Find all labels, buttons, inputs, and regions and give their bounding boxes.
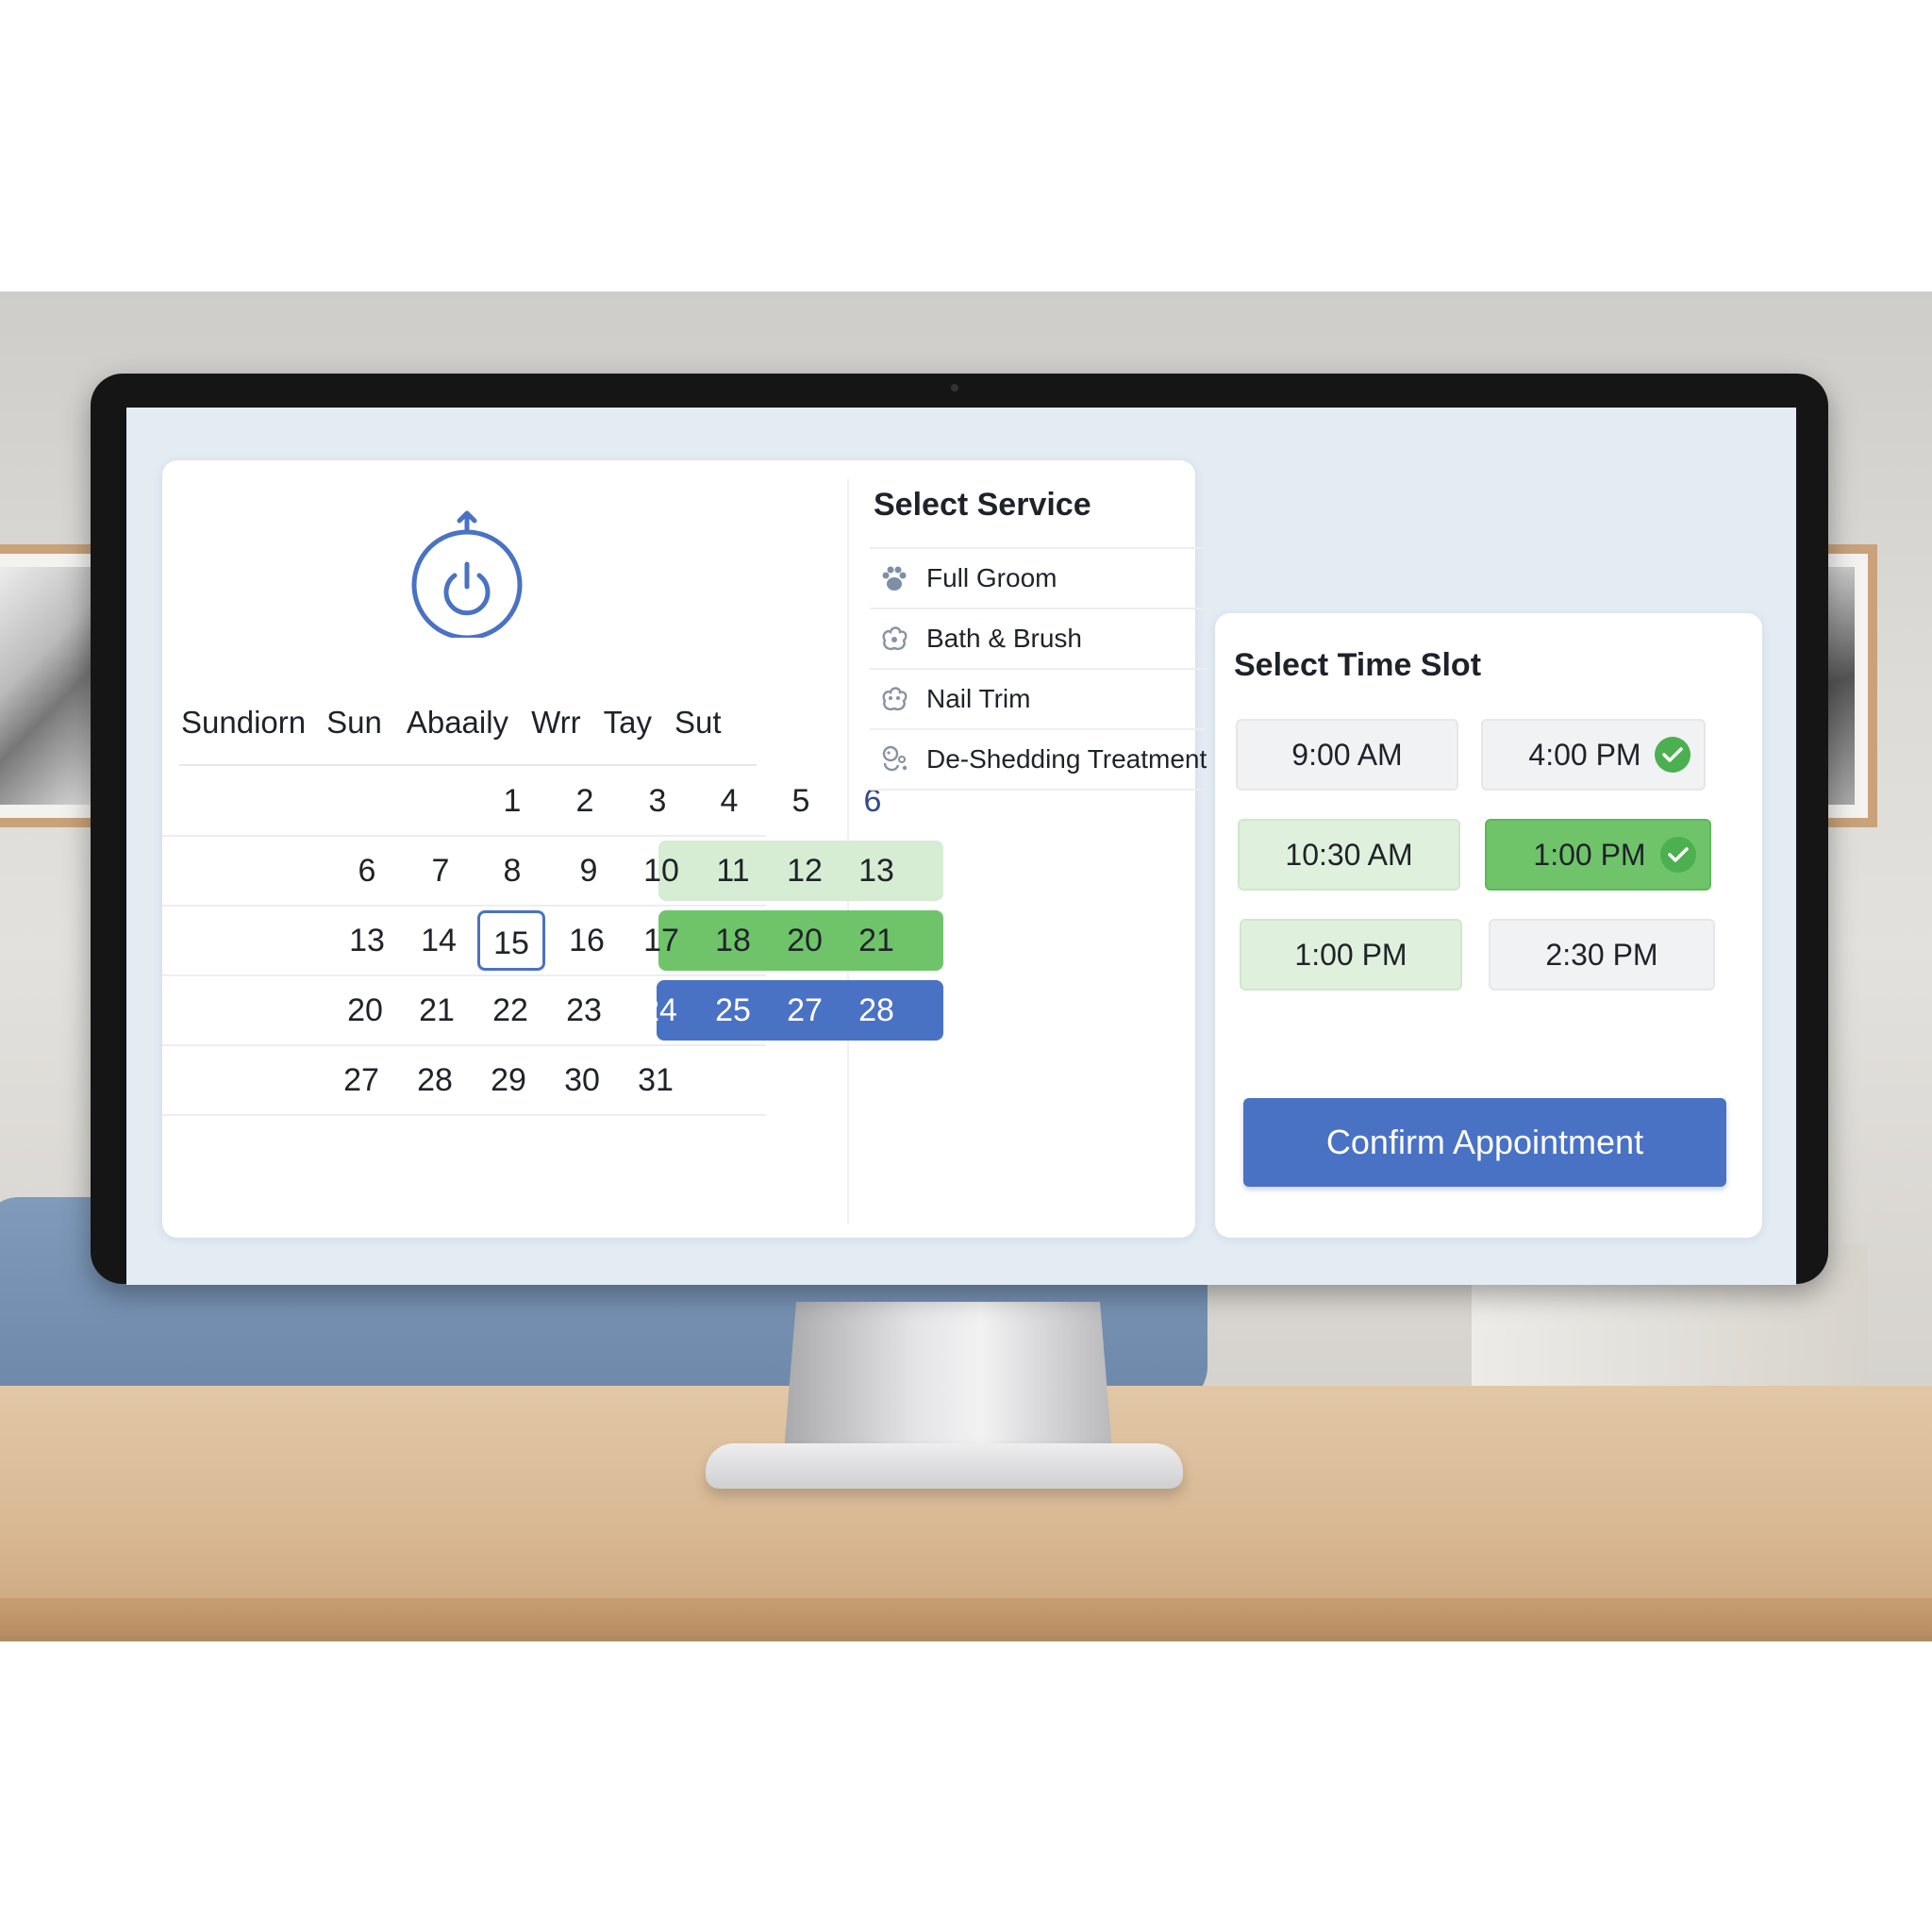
calendar-week-row: 13 14 15 16 17 18 20 21 <box>162 907 943 976</box>
time-slot-label: 4:00 PM <box>1528 737 1641 772</box>
select-service-title: Select Service <box>874 487 1091 523</box>
check-circle-icon <box>1660 837 1696 873</box>
calendar-day[interactable]: 18 <box>704 907 762 974</box>
calendar-day-today[interactable]: 15 <box>477 910 545 971</box>
calendar-day[interactable]: 27 <box>775 976 834 1044</box>
calendar-day[interactable]: 14 <box>409 907 468 974</box>
time-slot[interactable]: 10:30 AM <box>1238 819 1460 891</box>
weekday-header: Sut <box>674 705 722 740</box>
calendar-day[interactable]: 21 <box>847 907 906 974</box>
calendar-day[interactable]: 11 <box>704 837 762 905</box>
calendar-day[interactable]: 23 <box>555 976 613 1044</box>
calendar-day[interactable]: 13 <box>338 907 396 974</box>
header-divider <box>179 764 757 766</box>
calendar-day[interactable]: 16 <box>558 907 616 974</box>
calendar-day[interactable]: 31 <box>626 1046 685 1114</box>
time-slot-label: 1:00 PM <box>1294 937 1407 972</box>
calendar-day[interactable]: 27 <box>332 1046 391 1114</box>
calendar-day[interactable]: 12 <box>775 837 834 905</box>
service-label: De-Shedding Treatment <box>926 744 1208 774</box>
webcam-dot <box>951 384 958 391</box>
check-circle-icon <box>1655 737 1690 773</box>
calendar-week-row: 20 21 22 23 24 25 27 28 <box>162 976 943 1046</box>
calendar-week-row: 6 7 8 9 10 11 12 13 <box>162 837 943 907</box>
calendar-week-row: 27 28 29 30 31 <box>162 1046 766 1116</box>
time-slot[interactable]: 1:00 PM <box>1240 919 1462 991</box>
weekday-header: Sun <box>326 705 382 740</box>
service-item-nail-trim[interactable]: Nail Trim <box>870 668 1206 728</box>
confirm-appointment-button[interactable]: Confirm Appointment <box>1243 1098 1726 1187</box>
calendar-day[interactable]: 29 <box>479 1046 538 1114</box>
time-slot-label: 1:00 PM <box>1533 837 1646 872</box>
calendar-day[interactable]: 6 <box>338 837 396 905</box>
booking-card: Sundiorn Sun Abaaily Wrr Tay Sut 1 2 3 4… <box>162 460 1207 1238</box>
calendar-day[interactable]: 30 <box>553 1046 611 1114</box>
calendar-day[interactable]: 28 <box>847 976 906 1044</box>
paw-icon <box>882 566 907 591</box>
service-item-bath-brush[interactable]: Bath & Brush <box>870 608 1206 668</box>
calendar-day[interactable]: 20 <box>775 907 834 974</box>
calendar-day[interactable]: 25 <box>704 976 762 1044</box>
calendar-day[interactable]: 21 <box>408 976 466 1044</box>
service-label: Bath & Brush <box>926 624 1082 653</box>
service-list: Full Groom Bath & Brush Nail Trim De-She… <box>870 547 1208 791</box>
calendar-day[interactable]: 1 <box>483 767 541 835</box>
monitor-stand <box>783 1302 1113 1462</box>
calendar-day[interactable]: 4 <box>700 767 758 835</box>
time-slot-checked[interactable]: 4:00 PM <box>1481 719 1706 791</box>
time-slot-card: Select Time Slot 9:00 AM 4:00 PM 10:30 A… <box>1215 613 1762 1238</box>
calendar-day[interactable]: 5 <box>772 767 830 835</box>
weekday-header: Abaaily <box>406 705 509 740</box>
time-slot[interactable]: 9:00 AM <box>1236 719 1458 791</box>
nail-icon <box>882 687 908 711</box>
service-label: Nail Trim <box>926 684 1031 713</box>
calendar-day[interactable]: 8 <box>483 837 541 905</box>
select-time-slot-title: Select Time Slot <box>1234 647 1482 683</box>
calendar-week-row: 1 2 3 4 5 6 <box>162 767 881 837</box>
bath-icon <box>882 626 908 651</box>
weekday-header-row: Sundiorn Sun Abaaily Wrr Tay Sut <box>181 694 747 751</box>
calendar-day[interactable]: 2 <box>556 767 614 835</box>
calendar-day[interactable]: 20 <box>336 976 394 1044</box>
time-slot-label: 10:30 AM <box>1285 837 1413 872</box>
service-item-de-shedding[interactable]: De-Shedding Treatment <box>870 728 1208 791</box>
monitor-screen: Sundiorn Sun Abaaily Wrr Tay Sut 1 2 3 4… <box>126 408 1796 1285</box>
calendar-day[interactable]: 9 <box>559 837 618 905</box>
power-timer-logo-icon <box>411 510 523 638</box>
time-slot-selected[interactable]: 1:00 PM <box>1485 819 1711 891</box>
calendar-day[interactable]: 13 <box>847 837 906 905</box>
calendar-day[interactable]: 17 <box>632 907 691 974</box>
service-item-full-groom[interactable]: Full Groom <box>870 547 1206 608</box>
weekday-header: Wrr <box>531 705 581 740</box>
time-slot[interactable]: 2:30 PM <box>1489 919 1715 991</box>
weekday-header: Sundiorn <box>181 705 307 740</box>
weekday-header: Tay <box>603 705 652 740</box>
monitor-stand-base <box>706 1443 1183 1489</box>
calendar-day[interactable]: 3 <box>628 767 687 835</box>
calendar-day[interactable]: 28 <box>406 1046 464 1114</box>
time-slot-label: 2:30 PM <box>1545 937 1658 972</box>
shedding-icon <box>882 745 908 772</box>
calendar-day[interactable]: 22 <box>481 976 540 1044</box>
calendar-day[interactable]: 10 <box>632 837 691 905</box>
service-label: Full Groom <box>926 563 1058 592</box>
calendar-day[interactable]: 7 <box>411 837 470 905</box>
time-slot-label: 9:00 AM <box>1291 737 1403 772</box>
calendar-grid: 1 2 3 4 5 6 6 7 8 9 10 11 12 13 13 14 15… <box>162 767 943 1116</box>
calendar-day[interactable]: 24 <box>630 976 689 1044</box>
